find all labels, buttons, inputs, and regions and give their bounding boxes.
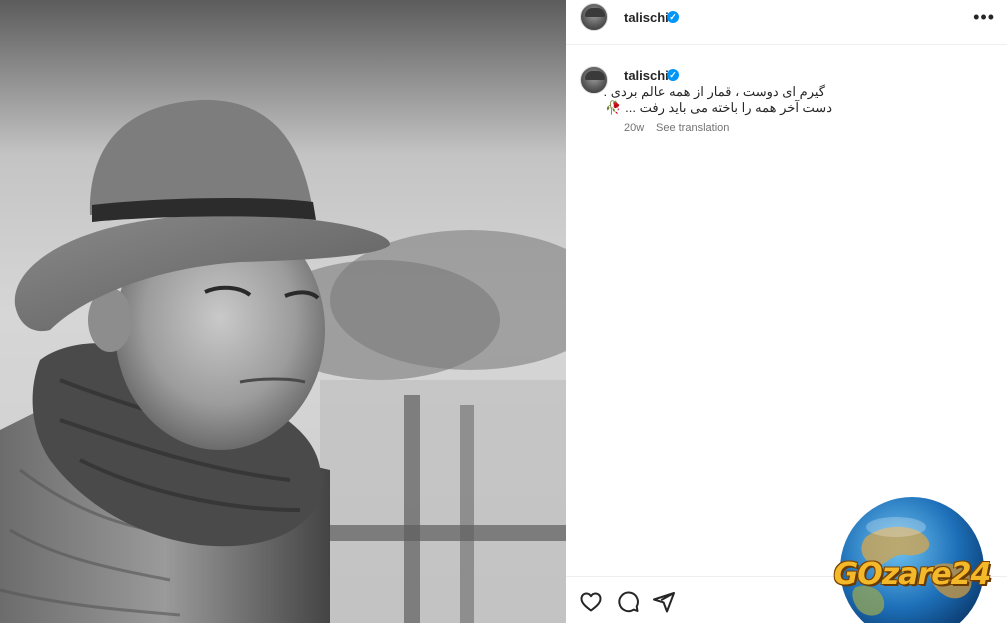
watermark-logo: GOzare24	[826, 497, 998, 623]
avatar[interactable]	[580, 3, 608, 31]
post-age[interactable]: 20w	[624, 122, 644, 134]
share-icon[interactable]	[652, 590, 676, 614]
comment-icon[interactable]	[616, 590, 640, 614]
watermark-text: GOzare24	[833, 557, 992, 592]
photo-illustration	[0, 0, 566, 623]
rose-emoji-icon: 🥀	[605, 100, 622, 115]
caption-verified-badge-icon: ✓	[667, 69, 679, 81]
post-header: talischi ✓ •••	[566, 0, 1007, 45]
caption-username[interactable]: talischi	[624, 68, 669, 83]
verified-badge-icon: ✓	[667, 11, 679, 23]
heart-icon[interactable]	[579, 590, 603, 614]
more-options-icon[interactable]: •••	[973, 8, 995, 26]
see-translation-link[interactable]: See translation	[656, 122, 729, 134]
caption-line-1: گیرم ای دوست ، قمار از همه عالم بردی .	[603, 84, 825, 99]
header-username[interactable]: talischi	[624, 10, 669, 25]
caption-line-2-text: دست آخر همه را باخته می باید رفت ...	[625, 100, 832, 115]
caption-line-2: دست آخر همه را باخته می باید رفت ... 🥀	[605, 100, 832, 116]
post-photo[interactable]	[0, 0, 566, 623]
